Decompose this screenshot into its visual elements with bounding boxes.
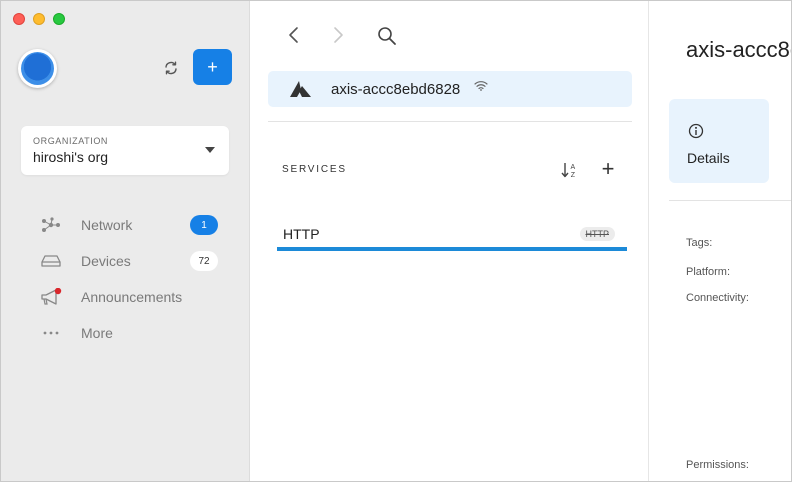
- tab-label: Details: [687, 150, 730, 166]
- devices-icon: [39, 252, 63, 270]
- sort-az-icon: A Z: [561, 163, 576, 179]
- chevron-right-icon: [334, 27, 343, 43]
- sidebar-item-label: Devices: [81, 253, 131, 269]
- sidebar-item-network[interactable]: Network 1: [1, 207, 250, 243]
- divider: [669, 200, 791, 201]
- permissions-label: Permissions:: [686, 459, 749, 471]
- organization-caption: ORGANIZATION: [33, 136, 109, 146]
- service-row[interactable]: HTTP HTTP: [277, 219, 627, 251]
- svg-text:Z: Z: [571, 172, 576, 179]
- connectivity-label: Connectivity:: [686, 292, 749, 304]
- sidebar-item-label: More: [81, 325, 113, 341]
- forward-button[interactable]: [329, 25, 349, 45]
- add-button-label: +: [207, 56, 218, 77]
- details-pane: axis-accc8ebd6828 Details Tags: Platform…: [650, 1, 791, 481]
- sidebar-item-label: Announcements: [81, 289, 183, 305]
- back-button[interactable]: [283, 25, 303, 45]
- service-tag: HTTP: [579, 227, 615, 241]
- page-title: axis-accc8ebd6828: [686, 37, 791, 62]
- refresh-icon: [165, 61, 177, 75]
- minimize-window-button[interactable]: [33, 13, 45, 25]
- axis-logo-icon: [290, 81, 311, 97]
- info-icon: [688, 123, 704, 139]
- platform-label: Platform:: [686, 266, 731, 278]
- sidebar-item-more[interactable]: More: [1, 315, 250, 351]
- organization-name: hiroshi's org: [33, 149, 109, 165]
- sidebar-item-devices[interactable]: Devices 72: [1, 243, 250, 279]
- sidebar: + ORGANIZATION hiroshi's org Network 1 D…: [1, 1, 250, 481]
- refresh-button[interactable]: [159, 56, 183, 80]
- search-icon: [378, 27, 396, 45]
- avatar[interactable]: [18, 49, 57, 88]
- device-row[interactable]: axis-accc8ebd6828: [268, 71, 632, 107]
- organization-select[interactable]: ORGANIZATION hiroshi's org: [21, 126, 229, 175]
- app-window: + ORGANIZATION hiroshi's org Network 1 D…: [0, 0, 792, 482]
- tab-details[interactable]: Details: [669, 99, 769, 183]
- svg-text:A: A: [571, 164, 576, 171]
- megaphone-icon: [39, 288, 63, 306]
- network-icon: [39, 216, 63, 234]
- tags-label: Tags:: [686, 237, 713, 249]
- device-pane: axis-accc8ebd6828 SERVICES A Z + HTTP HT…: [251, 1, 649, 481]
- service-progress-bar: [277, 247, 627, 251]
- add-service-button[interactable]: +: [597, 156, 619, 181]
- add-button[interactable]: +: [193, 49, 232, 85]
- add-service-label: +: [601, 156, 615, 181]
- network-count-badge: 1: [190, 215, 218, 235]
- more-icon: [39, 324, 63, 342]
- sidebar-nav: Network 1 Devices 72 Announcements More: [1, 207, 250, 351]
- chevron-left-icon: [289, 27, 298, 43]
- zoom-window-button[interactable]: [53, 13, 65, 25]
- sort-button[interactable]: A Z: [559, 159, 581, 181]
- search-button[interactable]: [375, 24, 399, 48]
- wifi-icon: [474, 81, 488, 91]
- devices-count-badge: 72: [190, 251, 218, 271]
- device-name: axis-accc8ebd6828: [331, 81, 461, 98]
- service-name: HTTP: [283, 226, 320, 242]
- sidebar-item-announcements[interactable]: Announcements: [1, 279, 250, 315]
- services-heading: SERVICES: [282, 164, 347, 175]
- close-window-button[interactable]: [13, 13, 25, 25]
- divider: [268, 121, 632, 122]
- sidebar-item-label: Network: [81, 217, 133, 233]
- chevron-down-icon: [205, 147, 215, 153]
